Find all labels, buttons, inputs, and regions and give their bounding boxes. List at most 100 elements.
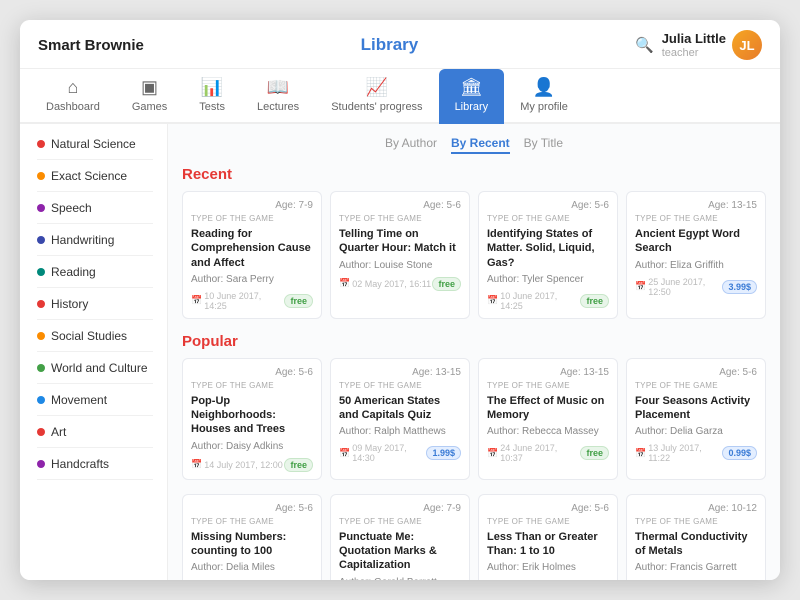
navbar: ⌂ Dashboard ▣ Games 📊 Tests 📖 Lectures 📈… bbox=[20, 69, 780, 124]
sidebar-item-speech[interactable]: Speech bbox=[20, 192, 167, 224]
card-more-2[interactable]: Age: 7-9 TYPE OF THE GAME Punctuate Me: … bbox=[330, 494, 470, 580]
card-badge: 3.99$ bbox=[722, 280, 757, 294]
tests-icon: 📊 bbox=[201, 77, 223, 98]
filter-by-recent[interactable]: By Recent bbox=[451, 134, 510, 154]
card-author: Author: Ralph Matthews bbox=[339, 426, 461, 437]
card-author: Author: Francis Garrett bbox=[635, 562, 757, 573]
nav-lectures[interactable]: 📖 Lectures bbox=[241, 69, 315, 124]
nav-students-label: Students' progress bbox=[331, 101, 422, 113]
card-type: TYPE OF THE GAME bbox=[191, 517, 313, 526]
nav-library-label: Library bbox=[455, 101, 489, 113]
card-recent-2[interactable]: Age: 5-6 TYPE OF THE GAME Telling Time o… bbox=[330, 191, 470, 319]
lectures-icon: 📖 bbox=[267, 77, 289, 98]
card-popular-3[interactable]: Age: 13-15 TYPE OF THE GAME The Effect o… bbox=[478, 358, 618, 480]
popular-cards-grid: Age: 5-6 TYPE OF THE GAME Pop-Up Neighbo… bbox=[182, 358, 766, 480]
card-title: Identifying States of Matter. Solid, Liq… bbox=[487, 227, 609, 270]
sidebar-item-history[interactable]: History bbox=[20, 288, 167, 320]
card-popular-4[interactable]: Age: 5-6 TYPE OF THE GAME Four Seasons A… bbox=[626, 358, 766, 480]
card-more-3[interactable]: Age: 5-6 TYPE OF THE GAME Less Than or G… bbox=[478, 494, 618, 580]
dot-art bbox=[37, 428, 45, 436]
nav-dashboard[interactable]: ⌂ Dashboard bbox=[30, 69, 116, 124]
card-age: Age: 5-6 bbox=[339, 200, 461, 211]
card-badge: 0.99$ bbox=[722, 446, 757, 460]
card-date: 📅 14 July 2017, 12:00 bbox=[191, 459, 283, 470]
card-popular-2[interactable]: Age: 13-15 TYPE OF THE GAME 50 American … bbox=[330, 358, 470, 480]
dot-history bbox=[37, 300, 45, 308]
card-title: Four Seasons Activity Placement bbox=[635, 394, 757, 423]
nav-library[interactable]: 🏛 Library bbox=[439, 69, 505, 124]
students-icon: 📈 bbox=[366, 77, 388, 98]
games-icon: ▣ bbox=[141, 77, 158, 98]
sidebar-item-reading[interactable]: Reading bbox=[20, 256, 167, 288]
nav-profile-label: My profile bbox=[520, 101, 568, 113]
card-author: Author: Gerald Barrett bbox=[339, 577, 461, 580]
nav-games-label: Games bbox=[132, 101, 167, 113]
card-date: 📅 10 June 2017, 14:25 bbox=[191, 291, 284, 311]
sidebar-item-movement[interactable]: Movement bbox=[20, 384, 167, 416]
dot-handwriting bbox=[37, 236, 45, 244]
nav-profile[interactable]: 👤 My profile bbox=[504, 69, 584, 124]
card-popular-1[interactable]: Age: 5-6 TYPE OF THE GAME Pop-Up Neighbo… bbox=[182, 358, 322, 480]
dot-reading bbox=[37, 268, 45, 276]
card-title: Telling Time on Quarter Hour: Match it bbox=[339, 227, 461, 256]
logo: Smart Brownie bbox=[38, 37, 144, 54]
more-cards-grid: Age: 5-6 TYPE OF THE GAME Missing Number… bbox=[182, 494, 766, 580]
card-age: Age: 7-9 bbox=[339, 503, 461, 514]
card-type: TYPE OF THE GAME bbox=[191, 381, 313, 390]
header-right: 🔍 Julia Little teacher JL bbox=[635, 30, 762, 60]
card-title: The Effect of Music on Memory bbox=[487, 394, 609, 423]
dot-movement bbox=[37, 396, 45, 404]
nav-tests[interactable]: 📊 Tests bbox=[183, 69, 241, 124]
card-more-4[interactable]: Age: 10-12 TYPE OF THE GAME Thermal Cond… bbox=[626, 494, 766, 580]
card-footer: 📅 14 July 2017, 12:00 free bbox=[191, 458, 313, 472]
card-more-1[interactable]: Age: 5-6 TYPE OF THE GAME Missing Number… bbox=[182, 494, 322, 580]
card-recent-4[interactable]: Age: 13-15 TYPE OF THE GAME Ancient Egyp… bbox=[626, 191, 766, 319]
card-type: TYPE OF THE GAME bbox=[339, 381, 461, 390]
card-footer: 📅 02 May 2017, 16:11 free bbox=[339, 277, 461, 291]
sidebar: Natural Science Exact Science Speech Han… bbox=[20, 124, 168, 580]
sidebar-item-natural-science[interactable]: Natural Science bbox=[20, 128, 167, 160]
nav-games[interactable]: ▣ Games bbox=[116, 69, 183, 124]
card-age: Age: 5-6 bbox=[191, 367, 313, 378]
sidebar-item-handwriting[interactable]: Handwriting bbox=[20, 224, 167, 256]
filter-by-title[interactable]: By Title bbox=[524, 134, 563, 154]
sidebar-item-art[interactable]: Art bbox=[20, 416, 167, 448]
card-type: TYPE OF THE GAME bbox=[191, 214, 313, 223]
user-name: Julia Little bbox=[662, 31, 726, 47]
card-recent-3[interactable]: Age: 5-6 TYPE OF THE GAME Identifying St… bbox=[478, 191, 618, 319]
card-type: TYPE OF THE GAME bbox=[339, 517, 461, 526]
sidebar-item-exact-science[interactable]: Exact Science bbox=[20, 160, 167, 192]
nav-students[interactable]: 📈 Students' progress bbox=[315, 69, 438, 124]
sidebar-item-world-culture[interactable]: World and Culture bbox=[20, 352, 167, 384]
card-date: 📅 02 May 2017, 16:11 bbox=[339, 278, 431, 289]
card-age: Age: 5-6 bbox=[487, 200, 609, 211]
card-date: 📅 09 May 2017, 14:30 bbox=[339, 443, 426, 463]
filter-by-author[interactable]: By Author bbox=[385, 134, 437, 154]
nav-lectures-label: Lectures bbox=[257, 101, 299, 113]
card-recent-1[interactable]: Age: 7-9 TYPE OF THE GAME Reading for Co… bbox=[182, 191, 322, 319]
recent-section-title: Recent bbox=[182, 166, 766, 183]
card-type: TYPE OF THE GAME bbox=[487, 517, 609, 526]
card-title: Ancient Egypt Word Search bbox=[635, 227, 757, 256]
card-type: TYPE OF THE GAME bbox=[487, 214, 609, 223]
sidebar-item-handcrafts[interactable]: Handcrafts bbox=[20, 448, 167, 480]
card-date: 📅 13 July 2017, 11:22 bbox=[635, 443, 722, 463]
dot-handcrafts bbox=[37, 460, 45, 468]
card-footer: 📅 10 June 2017, 14:25 free bbox=[191, 291, 313, 311]
dot-speech bbox=[37, 204, 45, 212]
sidebar-item-social-studies[interactable]: Social Studies bbox=[20, 320, 167, 352]
header: Smart Brownie Library 🔍 Julia Little tea… bbox=[20, 20, 780, 69]
card-type: TYPE OF THE GAME bbox=[635, 214, 757, 223]
dot-world-culture bbox=[37, 364, 45, 372]
card-age: Age: 5-6 bbox=[487, 503, 609, 514]
card-type: TYPE OF THE GAME bbox=[487, 381, 609, 390]
card-badge: free bbox=[580, 294, 609, 308]
card-type: TYPE OF THE GAME bbox=[339, 214, 461, 223]
nav-tests-label: Tests bbox=[199, 101, 225, 113]
card-age: Age: 5-6 bbox=[191, 503, 313, 514]
card-footer: 📅 10 June 2017, 14:25 free bbox=[487, 291, 609, 311]
card-type: TYPE OF THE GAME bbox=[635, 517, 757, 526]
card-title: Thermal Conductivity of Metals bbox=[635, 530, 757, 559]
profile-icon: 👤 bbox=[533, 77, 555, 98]
search-icon[interactable]: 🔍 bbox=[635, 36, 654, 54]
